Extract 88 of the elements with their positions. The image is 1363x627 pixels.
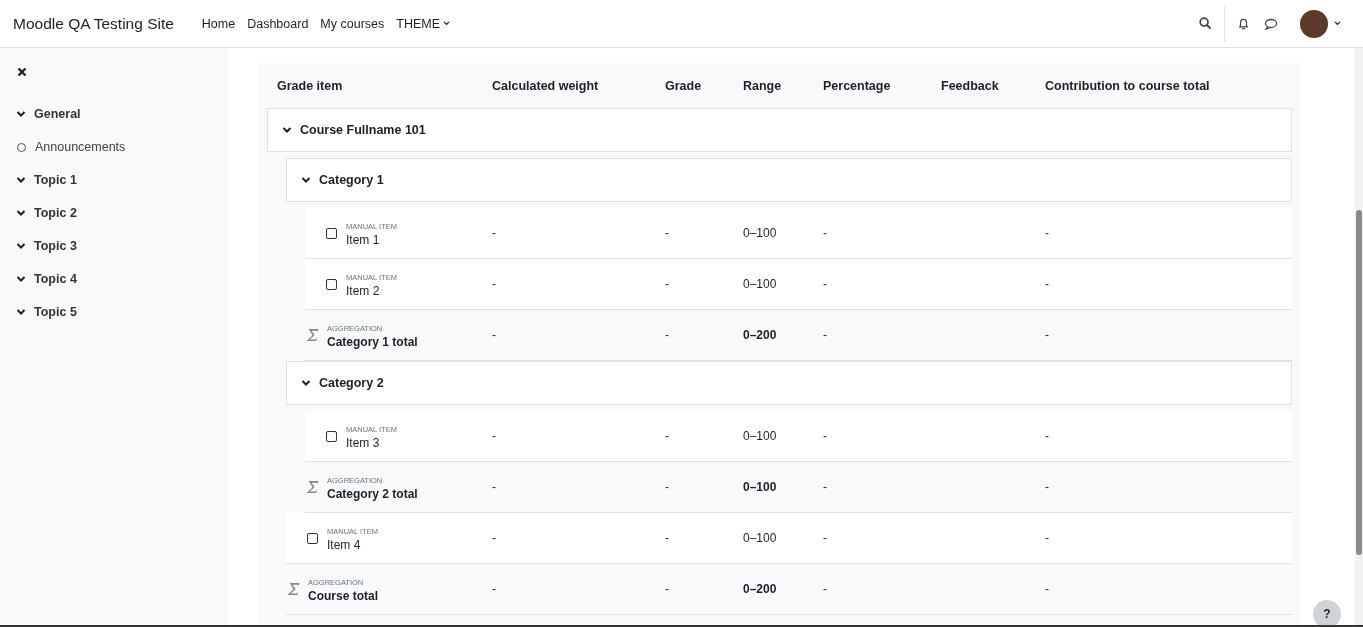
grade-cell: - (665, 277, 669, 291)
activity-link[interactable]: Announcements (35, 140, 126, 154)
avatar[interactable] (1300, 9, 1328, 38)
range-cell: 0–100 (743, 531, 777, 545)
scrollbar[interactable] (1355, 48, 1363, 625)
item-name: Course total (308, 588, 378, 603)
weight-cell: - (492, 226, 496, 240)
section-link[interactable]: Topic 1 (34, 173, 77, 187)
sigma-icon (287, 582, 300, 596)
range-cell: 0–100 (743, 277, 777, 291)
chevron-down-icon (301, 175, 311, 185)
item-name: Item 4 (327, 537, 362, 552)
contribution-cell: - (1045, 531, 1049, 545)
chevron-down-icon (16, 241, 26, 251)
column-header: Contribution to course total (1045, 78, 1210, 93)
chevron-down-icon (282, 125, 292, 135)
grade-cell: - (665, 582, 669, 596)
weight-cell: - (492, 531, 496, 545)
weight-cell: - (492, 582, 496, 596)
checkbox[interactable] (326, 430, 337, 442)
chevron-down-icon (16, 109, 26, 119)
search-icon[interactable] (1199, 17, 1212, 30)
checkbox[interactable] (326, 227, 337, 239)
weight-cell: - (492, 480, 496, 494)
item-name: Item 2 (346, 283, 381, 298)
column-header: Range (743, 78, 782, 93)
contribution-cell: - (1045, 429, 1049, 443)
percentage-cell: - (823, 226, 827, 240)
checkbox[interactable] (307, 532, 318, 544)
range-cell: 0–100 (743, 480, 777, 494)
caret-icon[interactable] (1334, 21, 1341, 26)
nav-link[interactable]: My courses (320, 16, 385, 31)
item-name: Item 1 (346, 232, 381, 247)
chevron-down-icon (16, 307, 26, 317)
category-header[interactable]: Course Fullname 101 (267, 108, 1292, 152)
chat-bubble-icon[interactable] (1264, 17, 1278, 30)
percentage-cell: - (823, 531, 827, 545)
contribution-cell: - (1045, 226, 1049, 240)
section-link[interactable]: Topic 4 (34, 272, 77, 286)
column-header: Percentage (823, 78, 891, 93)
range-cell: 0–100 (743, 226, 777, 240)
sigma-icon (306, 328, 319, 342)
weight-cell: - (492, 277, 496, 291)
weight-cell: - (492, 429, 496, 443)
section-link[interactable]: General (34, 107, 81, 121)
checkbox[interactable] (326, 278, 337, 290)
range-cell: 0–100 (743, 429, 777, 443)
close-icon[interactable] (17, 67, 27, 77)
grade-cell: - (665, 429, 669, 443)
column-header: Feedback (941, 78, 999, 93)
weight-cell: - (492, 328, 496, 342)
contribution-cell: - (1045, 582, 1049, 596)
column-header: Grade item (276, 78, 344, 93)
category-header[interactable]: Category 1 (286, 158, 1292, 202)
item-name: Category 2 total (327, 486, 418, 501)
category-header[interactable]: Category 2 (286, 361, 1292, 405)
chevron-down-icon (16, 274, 26, 284)
caret-icon (443, 21, 450, 26)
percentage-cell: - (823, 582, 827, 596)
contribution-cell: - (1045, 277, 1049, 291)
site-name[interactable]: Moodle QA Testing Site (13, 14, 174, 33)
percentage-cell: - (823, 277, 827, 291)
column-header: Grade (665, 78, 702, 93)
item-name: Item 3 (346, 435, 381, 450)
item-name: Category 1 total (327, 334, 418, 349)
grade-cell: - (665, 480, 669, 494)
grade-cell: - (665, 531, 669, 545)
percentage-cell: - (823, 429, 827, 443)
section-link[interactable]: Topic 5 (34, 305, 77, 319)
grade-cell: - (665, 226, 669, 240)
chevron-down-icon (16, 175, 26, 185)
range-cell: 0–200 (743, 328, 777, 342)
grade-cell: - (665, 328, 669, 342)
nav-link[interactable]: Home (201, 16, 236, 31)
chevron-down-icon (301, 378, 311, 388)
contribution-cell: - (1045, 480, 1049, 494)
column-header: Calculated weight (492, 78, 599, 93)
range-cell: 0–200 (743, 582, 777, 596)
contribution-cell: - (1045, 328, 1049, 342)
chevron-down-icon (16, 208, 26, 218)
section-link[interactable]: Topic 3 (34, 239, 77, 253)
percentage-cell: - (823, 328, 827, 342)
bell-icon[interactable] (1237, 16, 1250, 31)
nav-dropdown[interactable]: THEME (396, 16, 450, 31)
section-link[interactable]: Topic 2 (34, 206, 77, 220)
sigma-icon (306, 480, 319, 494)
percentage-cell: - (823, 480, 827, 494)
nav-link[interactable]: Dashboard (247, 16, 309, 31)
